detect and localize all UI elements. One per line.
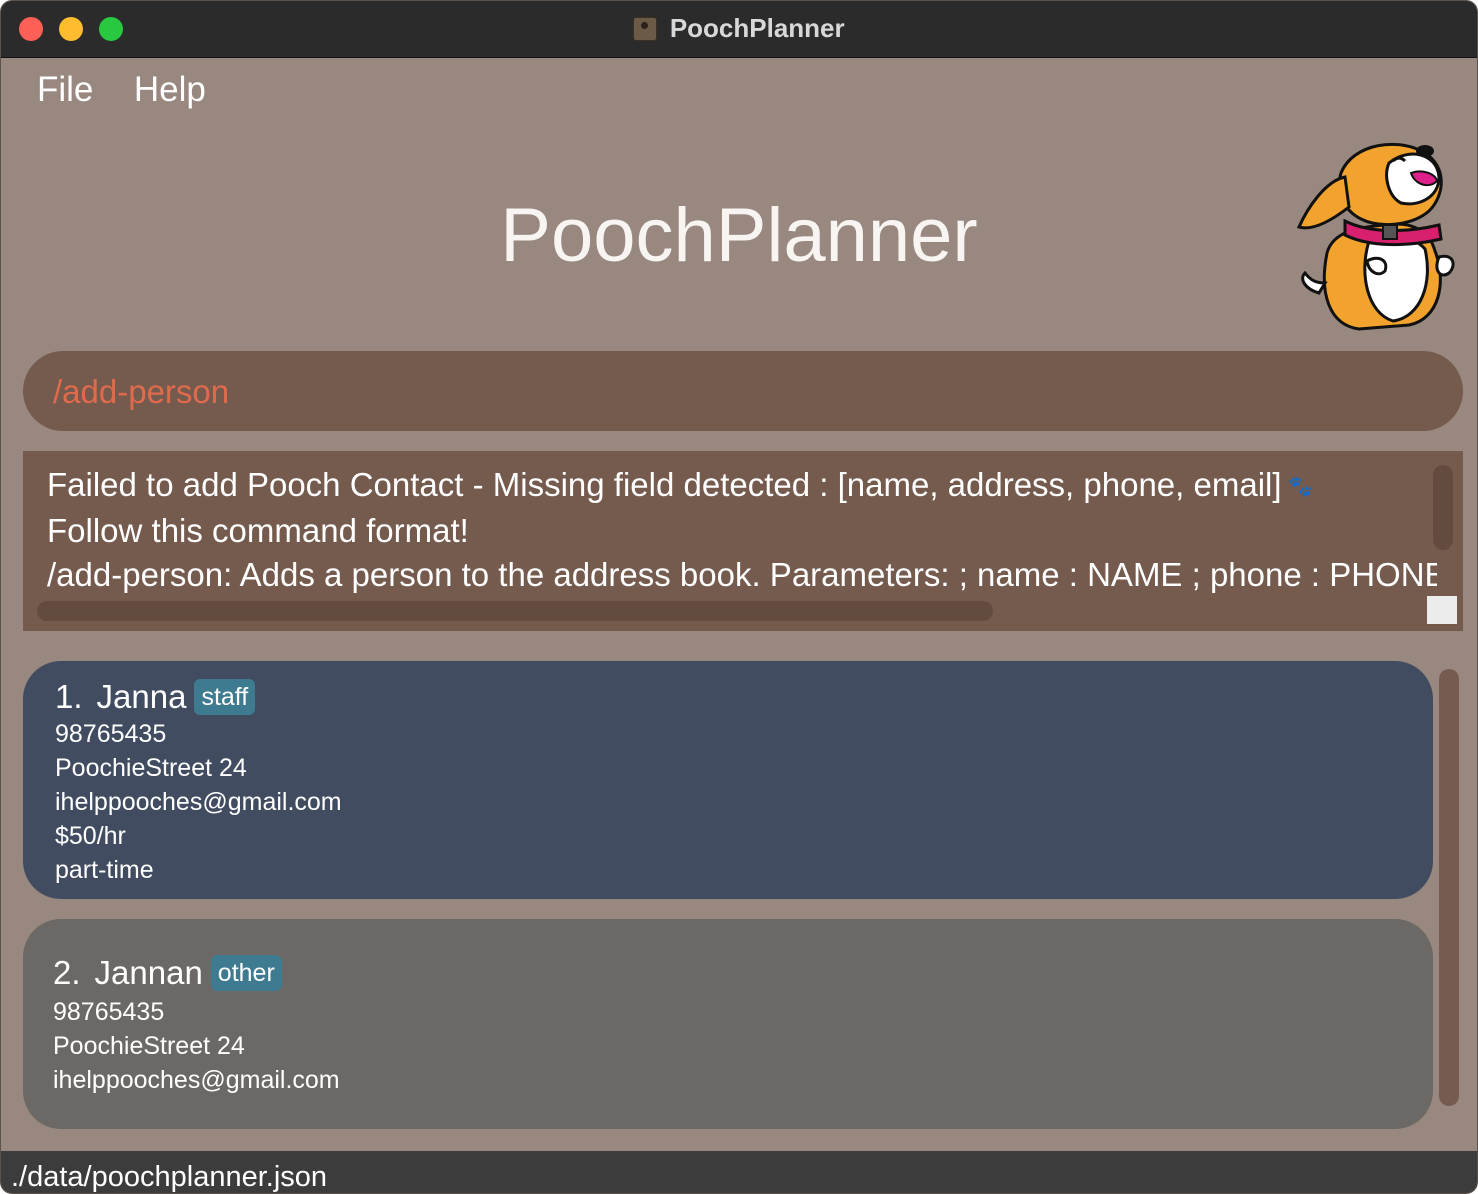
menu-help[interactable]: Help xyxy=(134,61,206,119)
result-vertical-scrollbar[interactable] xyxy=(1433,465,1453,550)
app-window: PoochPlanner File Help PoochPlanner /add… xyxy=(0,0,1478,1194)
contact-employment: part-time xyxy=(55,856,154,884)
list-scrollbar[interactable] xyxy=(1439,669,1459,1106)
app-heading: PoochPlanner xyxy=(500,193,978,278)
contact-name: Jannan xyxy=(94,954,203,991)
title-bar: PoochPlanner xyxy=(1,1,1477,58)
contact-phone: 98765435 xyxy=(55,720,167,748)
contact-list: 1. Janna staff 98765435 PoochieStreet 24 i… xyxy=(23,661,1433,1141)
status-bar: ./data/poochplanner.json xyxy=(1,1151,1477,1193)
contact-tag: other xyxy=(210,955,282,991)
app-icon xyxy=(633,16,658,41)
result-line-hint: Follow this command format! xyxy=(47,512,469,550)
menu-file[interactable]: File xyxy=(37,61,93,119)
paw-icon: 🐾 xyxy=(1287,476,1313,499)
contact-header: 1. Janna staff xyxy=(55,675,256,719)
result-line-error: Failed to add Pooch Contact - Missing fi… xyxy=(47,466,1282,503)
result-line: Failed to add Pooch Contact - Missing fi… xyxy=(47,463,1437,509)
contact-name: Janna xyxy=(96,678,187,715)
contact-header: 2. Jannan other xyxy=(53,951,282,995)
scroll-corner xyxy=(1427,596,1457,624)
dog-mascot-icon xyxy=(1296,142,1455,331)
result-text: Failed to add Pooch Contact - Missing fi… xyxy=(47,463,1437,597)
command-box xyxy=(23,351,1463,431)
menu-bar: File Help xyxy=(37,61,242,121)
command-input[interactable] xyxy=(51,361,1435,423)
contact-salary: $50/hr xyxy=(55,822,126,850)
window-title-group: PoochPlanner xyxy=(1,13,1477,44)
result-horizontal-scrollbar[interactable] xyxy=(37,601,993,621)
result-line-usage: /add-person: Adds a person to the addres… xyxy=(47,556,1437,594)
contact-email: ihelppooches@gmail.com xyxy=(53,1066,340,1094)
contact-index: 2. xyxy=(53,954,81,991)
contact-card[interactable]: 1. Janna staff 98765435 PoochieStreet 24 i… xyxy=(23,661,1433,899)
contact-address: PoochieStreet 24 xyxy=(55,754,247,782)
contact-email: ihelppooches@gmail.com xyxy=(55,788,342,816)
contact-phone: 98765435 xyxy=(53,998,165,1026)
contact-tag: staff xyxy=(194,679,256,715)
contact-index: 1. xyxy=(55,678,83,715)
result-display[interactable]: Failed to add Pooch Contact - Missing fi… xyxy=(23,451,1463,631)
contact-address: PoochieStreet 24 xyxy=(53,1032,245,1060)
status-file-path: ./data/poochplanner.json xyxy=(11,1161,328,1193)
window-title: PoochPlanner xyxy=(669,13,845,43)
contact-card[interactable]: 2. Jannan other 98765435 PoochieStreet 24 … xyxy=(23,919,1433,1129)
